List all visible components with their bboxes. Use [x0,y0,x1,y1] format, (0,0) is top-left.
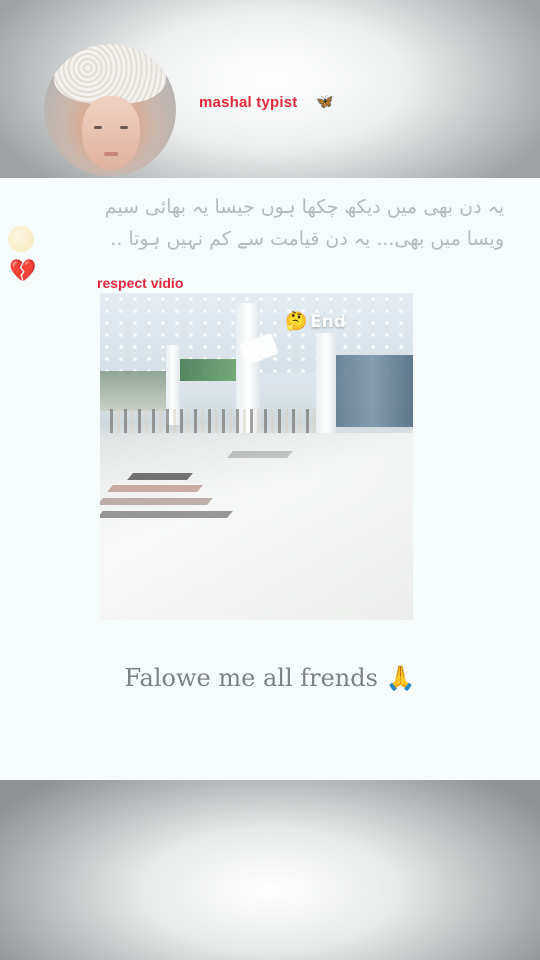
avatar[interactable] [44,44,176,176]
people-crowd-graphic [110,409,320,433]
thinking-face-icon: 🤔 [285,311,308,332]
floor-stripe-graphic [127,473,193,480]
glass-wall-graphic [332,355,413,427]
floor-stripe-graphic [107,485,203,492]
broken-heart-icon: 💔 [9,259,37,284]
eye-graphic [94,126,102,129]
video-player[interactable]: 🤔 End [100,293,413,620]
floor-stripe-graphic [100,498,213,505]
scarf-graphic [54,44,166,104]
floor-stripe-graphic [100,511,233,518]
moon-face-icon [8,226,34,252]
caption-line-2: ویسا میں بھی... یہ دن قیامت سے کم نہیں ہ… [110,228,504,250]
video-label: respect vidio [97,275,184,291]
bottom-band [0,780,540,960]
praying-hands-icon: 🙏 [385,664,416,692]
footer-text: Falowe me all frends [124,664,378,692]
butterfly-icon: 🦋 [316,94,334,110]
shop-graphic [100,371,170,411]
lips-graphic [104,152,118,156]
wall-graphic [176,359,236,381]
face-graphic [82,96,140,170]
eye-graphic [120,126,128,129]
floor-stripe-graphic [227,451,293,458]
caption-line-1: یہ دن بھی میں دیکھ چکھا ہوں جیسا یہ بھائ… [104,196,504,218]
footer-caption: Falowe me all frends 🙏 [0,664,540,692]
video-overlay-text: End [310,312,346,332]
floor-graphic [100,433,413,620]
username[interactable]: mashal typist [199,94,297,111]
